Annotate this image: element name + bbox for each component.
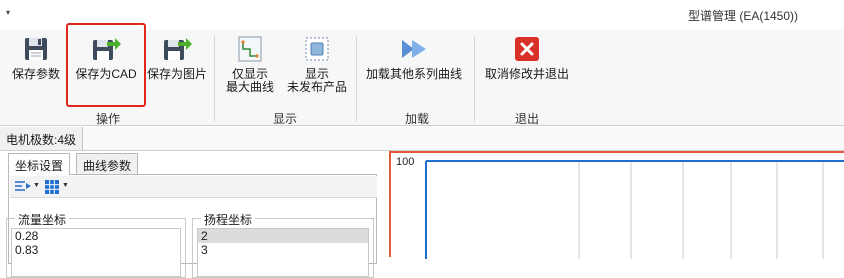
motor-poles-tab[interactable]: 电机极数:4级 xyxy=(0,127,84,150)
head-coordinate-title: 扬程坐标 xyxy=(201,211,256,228)
align-list-icon[interactable] xyxy=(14,179,32,195)
flow-coordinate-group: 流量坐标 0.28 0.83 xyxy=(6,211,186,278)
save-params-label: 保存参数 xyxy=(11,67,60,81)
dashed-box-icon xyxy=(305,37,329,61)
flow-coordinate-list[interactable]: 0.28 0.83 xyxy=(11,228,181,277)
group-label-display: 显示 xyxy=(272,112,297,126)
group-label-operate: 操作 xyxy=(95,112,120,126)
double-arrow-icon xyxy=(402,40,426,58)
group-label-load: 加载 xyxy=(404,112,429,126)
head-coordinate-group: 扬程坐标 2 3 xyxy=(192,211,374,278)
list-item[interactable]: 3 xyxy=(198,243,368,257)
group-label-exit: 退出 xyxy=(514,112,539,126)
curve-chart-icon xyxy=(238,36,262,62)
tab-coordinate-settings[interactable]: 坐标设置 xyxy=(8,153,71,175)
show-unpublished-button[interactable]: 显示 未发布产品 xyxy=(284,34,350,94)
save-as-image-button[interactable]: 保存为图片 xyxy=(146,34,208,81)
grid-icon[interactable] xyxy=(44,179,60,195)
floppy-disk-icon xyxy=(25,38,47,60)
group-separator xyxy=(214,36,215,122)
group-separator xyxy=(474,36,475,122)
list-item[interactable]: 0.28 xyxy=(12,229,180,243)
ribbon: 保存参数 保存为CAD 保存为图片 操作 仅显示 最大曲线 显示 未发布产品 显… xyxy=(0,23,844,126)
list-item[interactable]: 0.83 xyxy=(12,243,180,257)
y-tick-label: 100 xyxy=(396,156,414,168)
list-item[interactable]: 2 xyxy=(198,229,368,243)
show-unpublished-label-2: 未发布产品 xyxy=(286,80,347,94)
chevron-down-icon[interactable]: ▼ xyxy=(62,182,69,189)
save-export-icon xyxy=(93,38,121,60)
quick-access-dropdown[interactable]: ▾ xyxy=(6,8,10,17)
load-series-button[interactable]: 加载其他系列曲线 xyxy=(364,34,464,81)
close-icon xyxy=(515,37,539,61)
cancel-exit-button[interactable]: 取消修改并退出 xyxy=(482,34,572,81)
chevron-down-icon[interactable]: ▼ xyxy=(33,182,40,189)
chart-area[interactable]: 100 xyxy=(389,151,844,259)
cancel-exit-label: 取消修改并退出 xyxy=(484,67,569,81)
settings-panel: 坐标设置 曲线参数 ▼ ▼ 流量坐标 0.28 0.83 扬程坐标 2 3 xyxy=(0,152,384,278)
flow-coordinate-title: 流量坐标 xyxy=(15,211,70,228)
motor-strip: 电机极数:4级 xyxy=(0,127,844,151)
load-series-label: 加载其他系列曲线 xyxy=(365,67,462,81)
save-export-icon xyxy=(164,38,192,60)
tab-curve-params[interactable]: 曲线参数 xyxy=(76,153,139,175)
save-params-button[interactable]: 保存参数 xyxy=(10,34,62,81)
save-as-cad-label: 保存为CAD xyxy=(75,67,137,81)
save-as-cad-button[interactable]: 保存为CAD xyxy=(66,23,146,107)
save-as-image-label: 保存为图片 xyxy=(146,67,207,81)
group-separator xyxy=(356,36,357,122)
show-max-curve-button[interactable]: 仅显示 最大曲线 xyxy=(222,34,278,94)
chart-svg: 100 xyxy=(396,156,844,259)
show-max-curve-label-2: 最大曲线 xyxy=(225,80,274,94)
window-title: 型谱管理 (EA(1450)) xyxy=(688,9,799,23)
mini-toolbar: ▼ ▼ xyxy=(10,176,377,198)
head-coordinate-list[interactable]: 2 3 xyxy=(197,228,369,277)
